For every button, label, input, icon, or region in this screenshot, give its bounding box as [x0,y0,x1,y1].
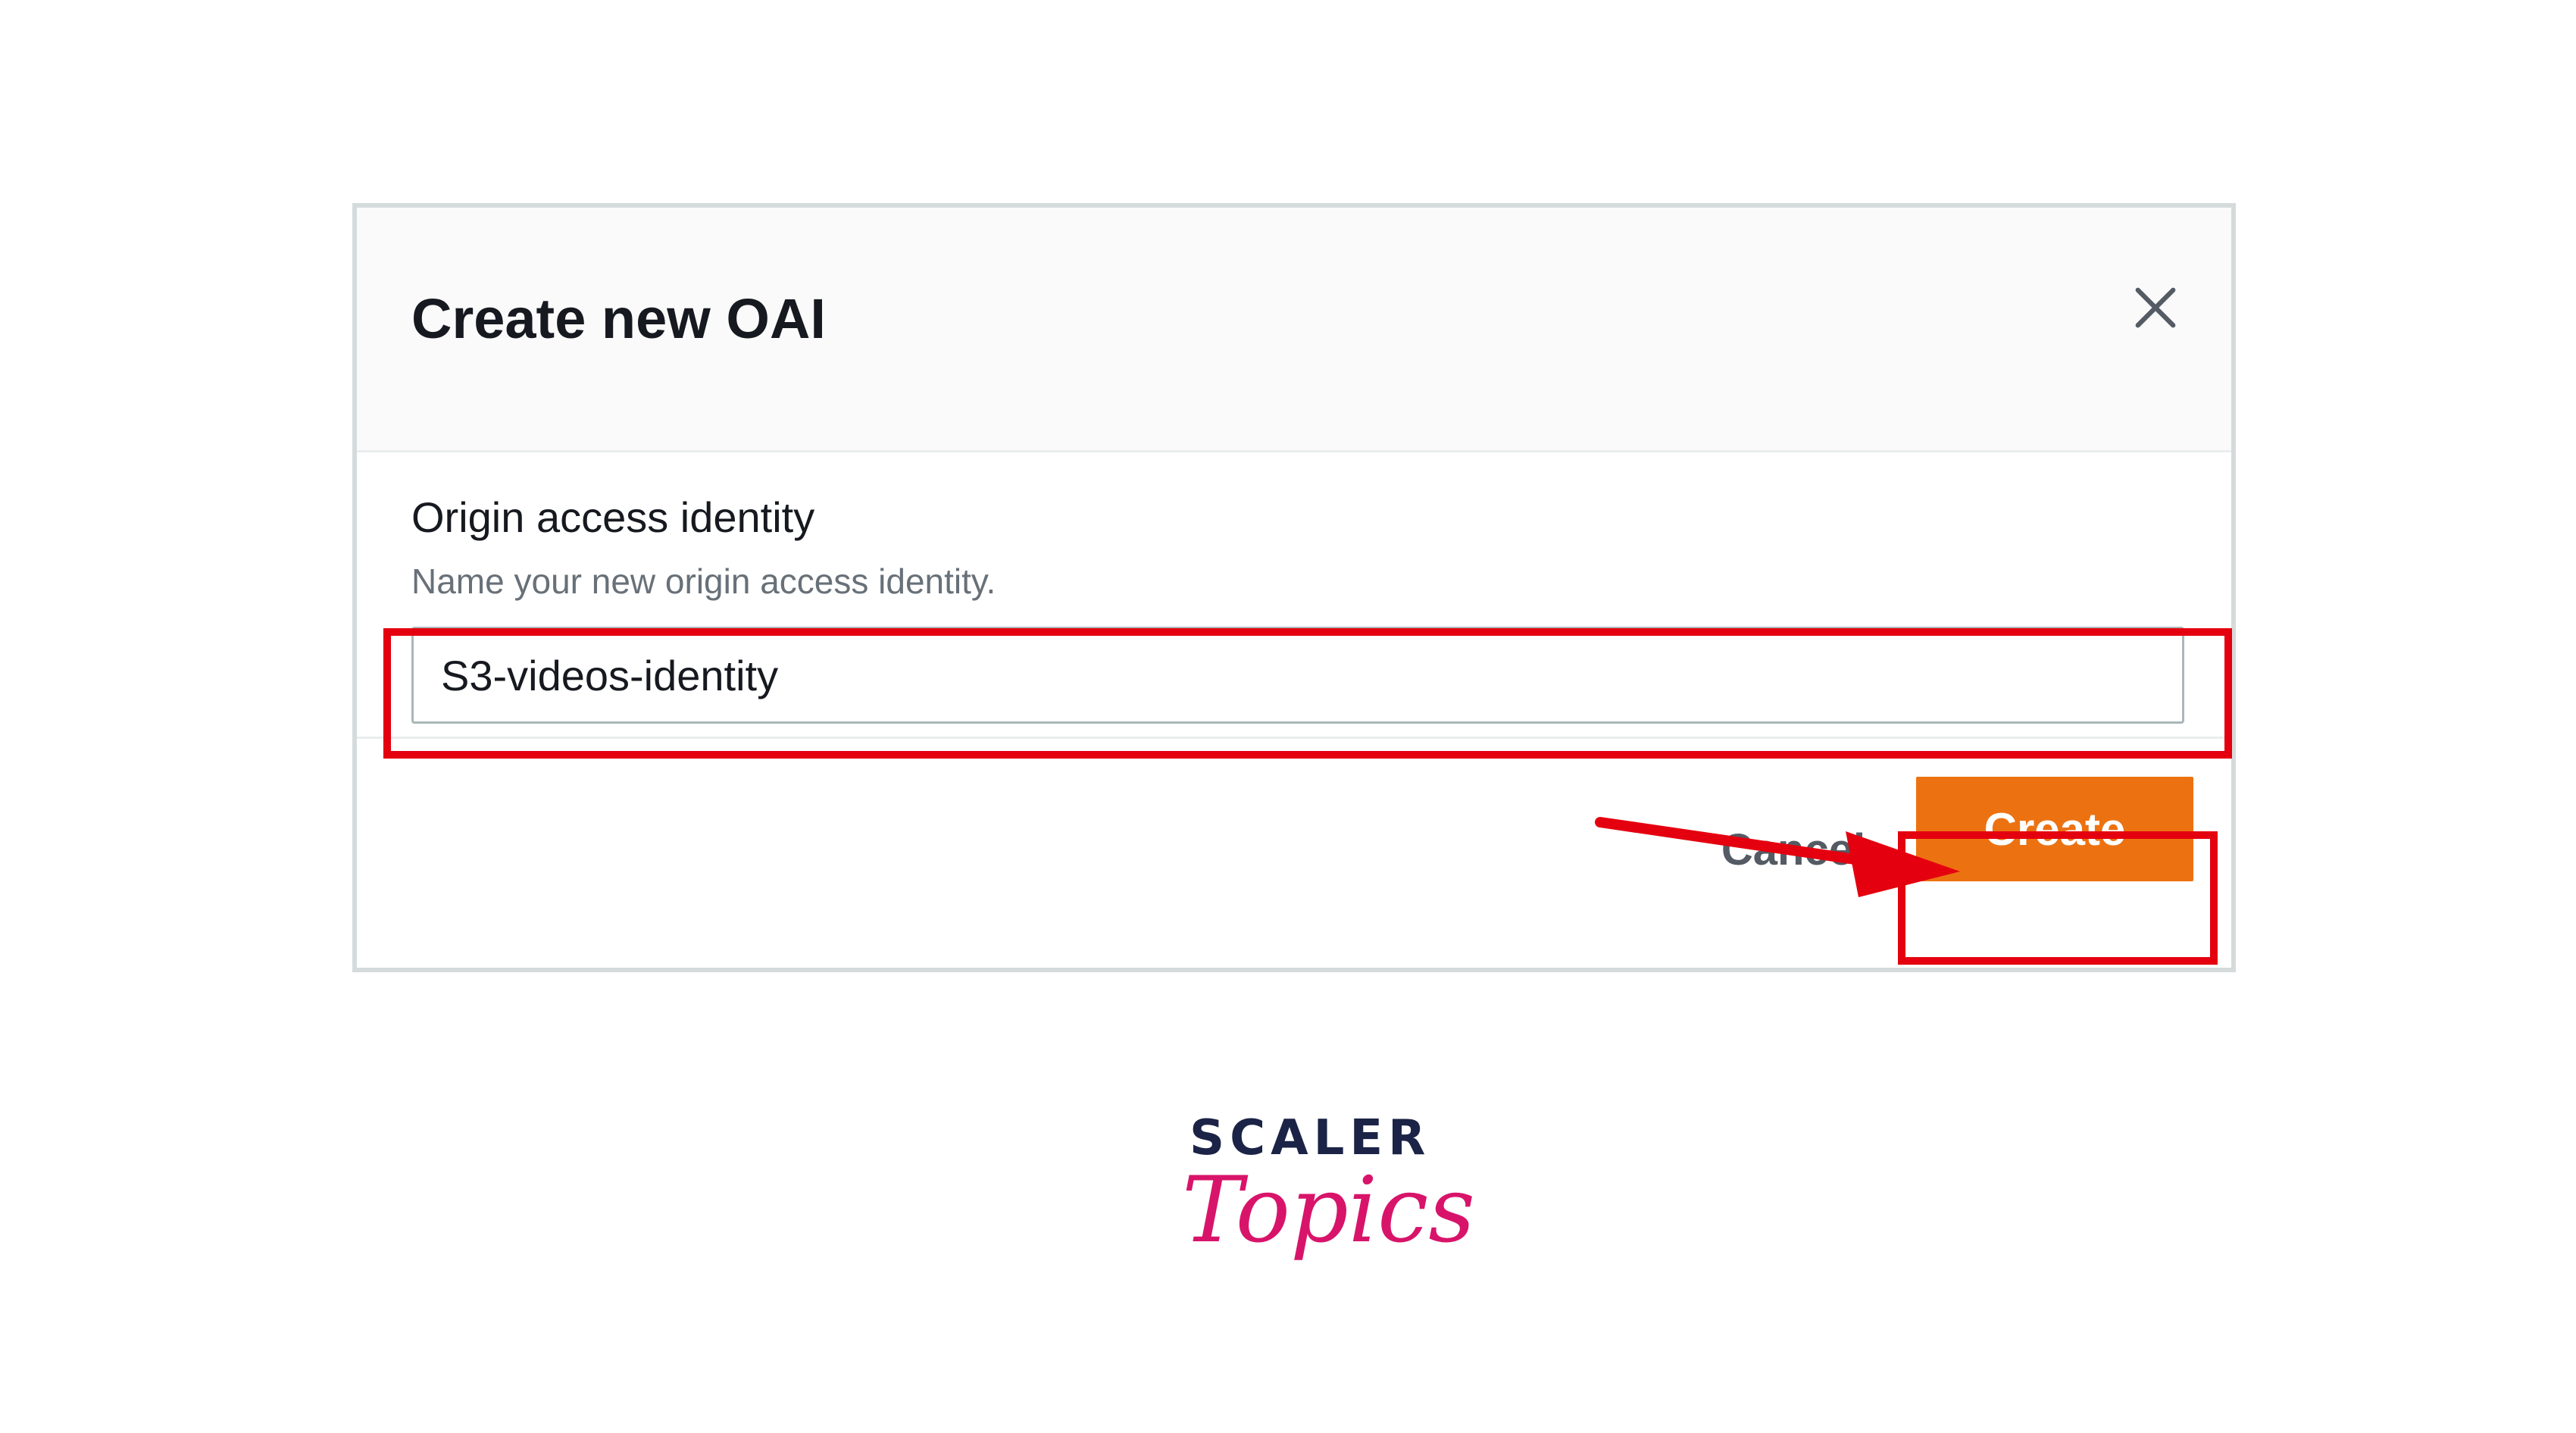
cancel-button[interactable]: Cancel [1672,796,1915,903]
close-icon [2135,287,2176,328]
logo-topics-text: Topics [1182,1158,1475,1263]
dialog-footer: Cancel Create [357,739,2231,972]
create-button[interactable]: Create [1916,777,2193,881]
dialog-header: Create new OAI [357,208,2231,452]
dialog-title: Create new OAI [411,287,826,350]
origin-access-identity-input[interactable] [411,627,2184,724]
create-oai-dialog: Create new OAI Origin access identity Na… [352,203,2236,972]
field-label: Origin access identity [411,493,815,541]
page: Create new OAI Origin access identity Na… [0,0,2576,1433]
dialog-body: Origin access identity Name your new ori… [357,452,2231,739]
logo-scaler-text: SCALER [1190,1110,1431,1166]
scaler-topics-logo: SCALER Topics [1182,1114,1475,1319]
close-button[interactable] [2125,277,2186,338]
field-description: Name your new origin access identity. [411,562,996,601]
